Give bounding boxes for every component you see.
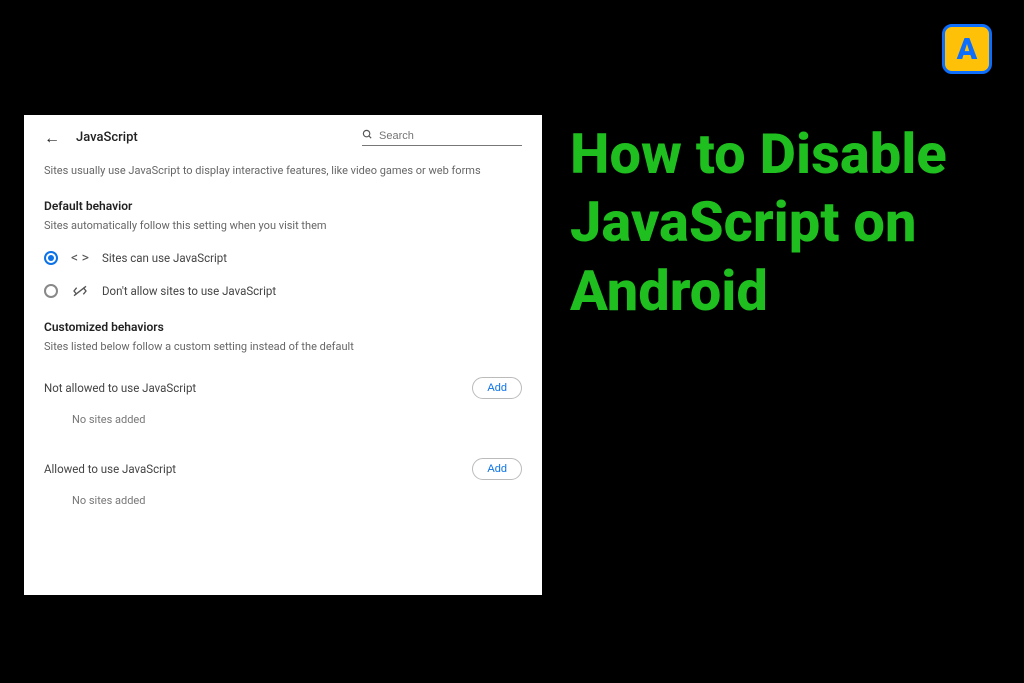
radio-label: Sites can use JavaScript	[102, 251, 227, 265]
customized-heading: Customized behaviors	[44, 320, 522, 334]
list-label: Not allowed to use JavaScript	[44, 381, 196, 395]
back-arrow-icon[interactable]: ←	[44, 130, 60, 146]
panel-header: ← JavaScript	[44, 129, 522, 146]
add-not-allowed-button[interactable]: Add	[472, 377, 522, 399]
radio-icon	[44, 284, 58, 298]
code-brackets-slash-icon	[72, 284, 88, 298]
radio-block-js[interactable]: Don't allow sites to use JavaScript	[44, 284, 522, 298]
search-input[interactable]	[379, 130, 509, 142]
radio-allow-js[interactable]: < > Sites can use JavaScript	[44, 250, 522, 266]
allowed-list-header: Allowed to use JavaScript Add	[44, 458, 522, 480]
article-headline: How to Disable JavaScript on Android	[570, 120, 984, 325]
radio-icon	[44, 251, 58, 265]
search-field[interactable]	[362, 129, 522, 146]
logo-badge: A	[942, 24, 992, 74]
customized-sub: Sites listed below follow a custom setti…	[44, 340, 522, 353]
list-label: Allowed to use JavaScript	[44, 462, 176, 476]
settings-panel: ← JavaScript Sites usually use JavaScrip…	[24, 115, 542, 595]
not-allowed-empty: No sites added	[72, 413, 522, 426]
search-icon	[362, 129, 373, 143]
logo-letter: A	[957, 32, 977, 67]
code-brackets-icon: < >	[72, 250, 88, 266]
default-behavior-heading: Default behavior	[44, 199, 522, 213]
radio-label: Don't allow sites to use JavaScript	[102, 284, 276, 298]
not-allowed-list-header: Not allowed to use JavaScript Add	[44, 377, 522, 399]
panel-title: JavaScript	[76, 130, 346, 145]
default-behavior-sub: Sites automatically follow this setting …	[44, 219, 522, 232]
allowed-empty: No sites added	[72, 494, 522, 507]
intro-text: Sites usually use JavaScript to display …	[44, 164, 522, 177]
add-allowed-button[interactable]: Add	[472, 458, 522, 480]
